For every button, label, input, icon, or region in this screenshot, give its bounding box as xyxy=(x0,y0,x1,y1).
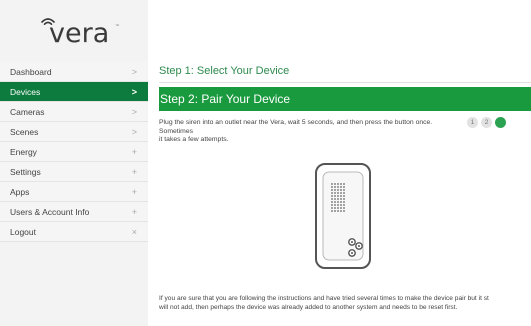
chevron-right-icon: > xyxy=(131,106,137,117)
instructions-line-1: Plug the siren into an outlet near the V… xyxy=(159,119,433,135)
main-content: Step 1: Select Your Device Step 2: Pair … xyxy=(148,0,531,326)
sidebar-item-label: Dashboard xyxy=(10,66,52,77)
plus-icon: + xyxy=(131,186,137,197)
vera-logo[interactable]: vera ™ xyxy=(0,0,148,60)
sidebar-item-label: Devices xyxy=(10,86,41,97)
pairing-instructions: Plug the siren into an outlet near the V… xyxy=(159,119,459,145)
sidebar-item-dashboard[interactable]: Dashboard > xyxy=(0,62,148,82)
sidebar-item-label: Apps xyxy=(10,186,30,197)
sidebar-item-scenes[interactable]: Scenes > xyxy=(0,122,148,142)
sidebar-item-label: Energy xyxy=(10,146,37,157)
chevron-right-icon: > xyxy=(131,126,137,137)
trademark: ™ xyxy=(115,23,119,28)
chevron-right-icon: > xyxy=(131,66,137,77)
instructions-line-2: it takes a few attempts. xyxy=(159,136,229,144)
reset-device-note: If you are sure that you are following t… xyxy=(159,295,531,313)
sidebar-item-label: Settings xyxy=(10,166,41,177)
note-line-1: If you are sure that you are following t… xyxy=(159,295,489,302)
sidebar-item-label: Cameras xyxy=(10,106,45,117)
sidebar-item-cameras[interactable]: Cameras > xyxy=(0,102,148,122)
chevron-right-icon: > xyxy=(131,86,137,97)
sidebar-item-users-account-info[interactable]: Users & Account Info + xyxy=(0,202,148,222)
sidebar: vera ™ Dashboard > Devices > Cameras > S… xyxy=(0,0,148,326)
sidebar-item-settings[interactable]: Settings + xyxy=(0,162,148,182)
sidebar-item-devices[interactable]: Devices > xyxy=(0,82,148,102)
sidebar-item-energy[interactable]: Energy + xyxy=(0,142,148,162)
attempt-indicator: 1 xyxy=(467,117,478,128)
sidebar-item-label: Users & Account Info xyxy=(10,206,90,217)
plus-icon: + xyxy=(131,206,137,217)
sidebar-item-label: Scenes xyxy=(10,126,39,137)
close-icon: × xyxy=(131,226,137,237)
attempt-indicators: 1 2 xyxy=(467,117,506,128)
note-line-2: will not add, then perhaps the device wa… xyxy=(159,303,458,311)
plus-icon: + xyxy=(131,146,137,157)
sidebar-item-logout[interactable]: Logout × xyxy=(0,222,148,242)
step-2-label: Step 2: Pair Your Device xyxy=(160,92,291,106)
attempt-indicator: 2 xyxy=(481,117,492,128)
step-2-header[interactable]: Step 2: Pair Your Device xyxy=(159,87,531,111)
sidebar-item-apps[interactable]: Apps + xyxy=(0,182,148,202)
sidebar-nav: Dashboard > Devices > Cameras > Scenes >… xyxy=(0,62,148,242)
step-1-header[interactable]: Step 1: Select Your Device xyxy=(159,62,531,83)
siren-device-illustration xyxy=(315,163,371,269)
attempt-indicator xyxy=(495,117,506,128)
plus-icon: + xyxy=(131,166,137,177)
logo-text: vera xyxy=(49,18,110,49)
sidebar-item-label: Logout xyxy=(10,226,36,237)
